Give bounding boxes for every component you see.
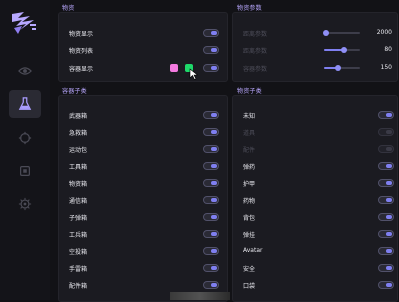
item-type-label: 弹药 <box>243 164 256 171</box>
gear-icon <box>18 197 32 211</box>
container-type-toggle[interactable] <box>203 179 219 187</box>
container-type-label: 运动包 <box>69 147 88 154</box>
item-type-toggle[interactable] <box>378 230 394 238</box>
eye-icon <box>18 67 32 75</box>
app-logo <box>12 12 36 34</box>
distance-value: 2000 <box>376 29 392 36</box>
nav-item-items[interactable] <box>9 90 41 118</box>
container-type-toggle[interactable] <box>203 247 219 255</box>
item-display-toggle[interactable] <box>203 29 219 37</box>
nav-item-settings[interactable] <box>9 190 41 218</box>
container-type-label: 工兵箱 <box>69 232 88 239</box>
flask-icon <box>18 97 32 110</box>
distance-slider-2-thumb[interactable] <box>341 47 347 53</box>
container-value: 150 <box>380 64 392 71</box>
container-type-toggle[interactable] <box>203 213 219 221</box>
item-display-label: 物资显示 <box>69 31 94 38</box>
item-type-toggle[interactable] <box>378 213 394 221</box>
distance-slider-2[interactable] <box>324 47 360 53</box>
container-type-toggle[interactable] <box>203 196 219 204</box>
item-types-panel <box>232 95 398 302</box>
item-type-toggle[interactable] <box>378 247 394 255</box>
container-slider[interactable] <box>324 65 360 71</box>
item-type-label: Avatar <box>243 247 263 254</box>
item-type-toggle[interactable] <box>378 281 394 289</box>
container-type-toggle[interactable] <box>203 264 219 272</box>
container-type-label: 物资箱 <box>69 181 88 188</box>
container-slider-thumb[interactable] <box>335 65 341 71</box>
item-type-label: 口袋 <box>243 283 256 290</box>
nav-item-aim[interactable] <box>9 124 41 152</box>
item-type-label: 背包 <box>243 215 256 222</box>
distance-slider-thumb[interactable] <box>323 30 329 36</box>
item-list-toggle[interactable] <box>203 46 219 54</box>
container-type-toggle[interactable] <box>203 230 219 238</box>
container-type-toggle[interactable] <box>203 128 219 136</box>
container-type-toggle[interactable] <box>203 281 219 289</box>
item-type-toggle[interactable] <box>378 196 394 204</box>
item-type-label: 护甲 <box>243 181 256 188</box>
distance-param-label-2: 距离参数 <box>243 48 268 55</box>
mouse-cursor-icon <box>189 68 199 80</box>
distance-slider[interactable] <box>323 30 360 36</box>
item-type-toggle[interactable] <box>378 162 394 170</box>
item-type-toggle[interactable] <box>378 179 394 187</box>
container-types-title: 容器子类 <box>62 88 87 95</box>
container-type-label: 工具箱 <box>69 164 88 171</box>
container-param-label: 容器参数 <box>243 66 268 73</box>
container-type-label: 手雷箱 <box>69 266 88 273</box>
item-display-title: 物资 <box>62 5 75 12</box>
item-list-label: 物资列表 <box>69 48 94 55</box>
container-display-label: 容器显示 <box>69 66 94 73</box>
container-display-toggle[interactable] <box>203 64 219 72</box>
chip-icon <box>20 166 30 176</box>
item-type-toggle <box>378 128 394 136</box>
sidebar <box>0 0 50 300</box>
container-type-label: 子弹箱 <box>69 215 88 222</box>
item-type-toggle <box>378 145 394 153</box>
item-type-toggle[interactable] <box>378 264 394 272</box>
container-type-label: 急救箱 <box>69 130 88 137</box>
item-type-label: 药物 <box>243 198 256 205</box>
nav-item-visual[interactable] <box>9 57 41 85</box>
distance-param-label: 距离参数 <box>243 31 268 38</box>
container-type-label: 配件箱 <box>69 283 88 290</box>
container-type-label: 空投箱 <box>69 249 88 256</box>
item-type-label: 道具 <box>243 130 256 137</box>
item-type-toggle[interactable] <box>378 111 394 119</box>
crosshair-icon <box>18 131 32 145</box>
container-type-toggle[interactable] <box>203 111 219 119</box>
container-type-label: 武器箱 <box>69 113 88 120</box>
container-type-label: 通信箱 <box>69 198 88 205</box>
distance-value-2: 80 <box>384 46 392 53</box>
container-type-toggle[interactable] <box>203 145 219 153</box>
item-types-title: 物资子类 <box>237 88 262 95</box>
container-type-toggle[interactable] <box>203 162 219 170</box>
container-color-swatch-pink[interactable] <box>170 64 178 72</box>
item-type-label: 未知 <box>243 113 256 120</box>
item-type-label: 配件 <box>243 147 256 154</box>
item-params-title: 物资参数 <box>237 5 262 12</box>
item-type-label: 安全 <box>243 266 256 273</box>
item-type-label: 弹挂 <box>243 232 256 239</box>
background-game-scene <box>170 292 230 300</box>
nav-item-misc[interactable] <box>9 157 41 185</box>
